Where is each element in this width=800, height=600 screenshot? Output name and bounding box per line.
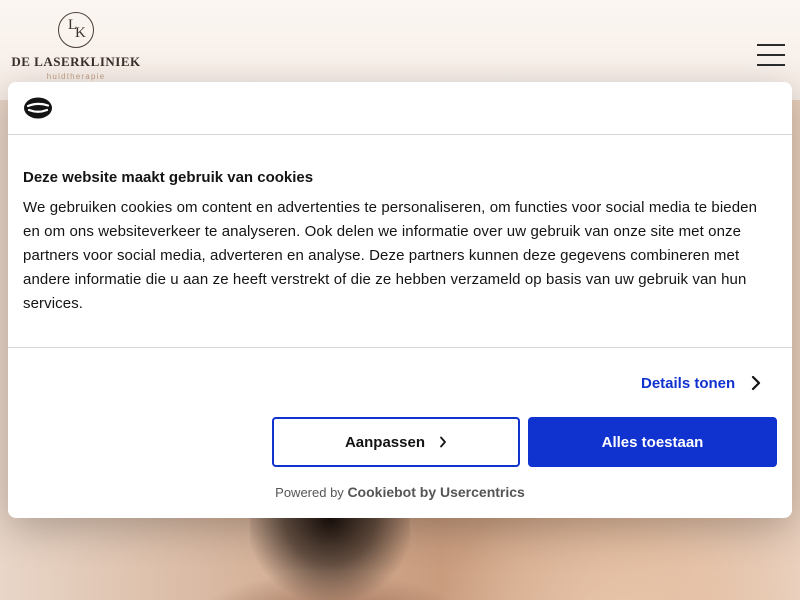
logo-monogram: L K (58, 12, 94, 48)
hamburger-icon[interactable] (757, 44, 785, 68)
powered-by-prefix: Powered by (275, 485, 344, 500)
logo-name: DE LASERKLINIEK (11, 54, 141, 69)
cookiebot-brand-link[interactable]: Cookiebot by Usercentrics (347, 484, 524, 500)
cookiebot-icon (24, 97, 52, 119)
logo-monogram-k: K (75, 25, 86, 41)
allow-all-label: Alles toestaan (601, 433, 704, 451)
allow-all-button[interactable]: Alles toestaan (528, 417, 777, 467)
logo-subtitle: huidtherapie (46, 72, 106, 81)
details-link[interactable]: Details tonen (641, 372, 761, 394)
customize-label: Aanpassen (344, 433, 426, 451)
customize-button[interactable]: Aanpassen (272, 417, 520, 467)
powered-by: Powered by Cookiebot by Usercentrics (8, 484, 792, 500)
site-logo[interactable]: L K DE LASERKLINIEK huidtherapie (10, 12, 142, 88)
cookie-title: Deze website maakt gebruik van cookies (23, 169, 314, 186)
divider (8, 347, 792, 348)
cookie-consent-dialog: Deze website maakt gebruik van cookies W… (8, 82, 792, 518)
cookie-description: We gebruiken cookies om content en adver… (23, 199, 758, 312)
cookie-dialog-header (8, 82, 792, 134)
hero-image-hair (250, 518, 410, 600)
divider (8, 134, 792, 135)
details-label: Details tonen (641, 374, 736, 392)
chevron-right-icon (752, 375, 761, 391)
chevron-right-icon (440, 436, 446, 448)
